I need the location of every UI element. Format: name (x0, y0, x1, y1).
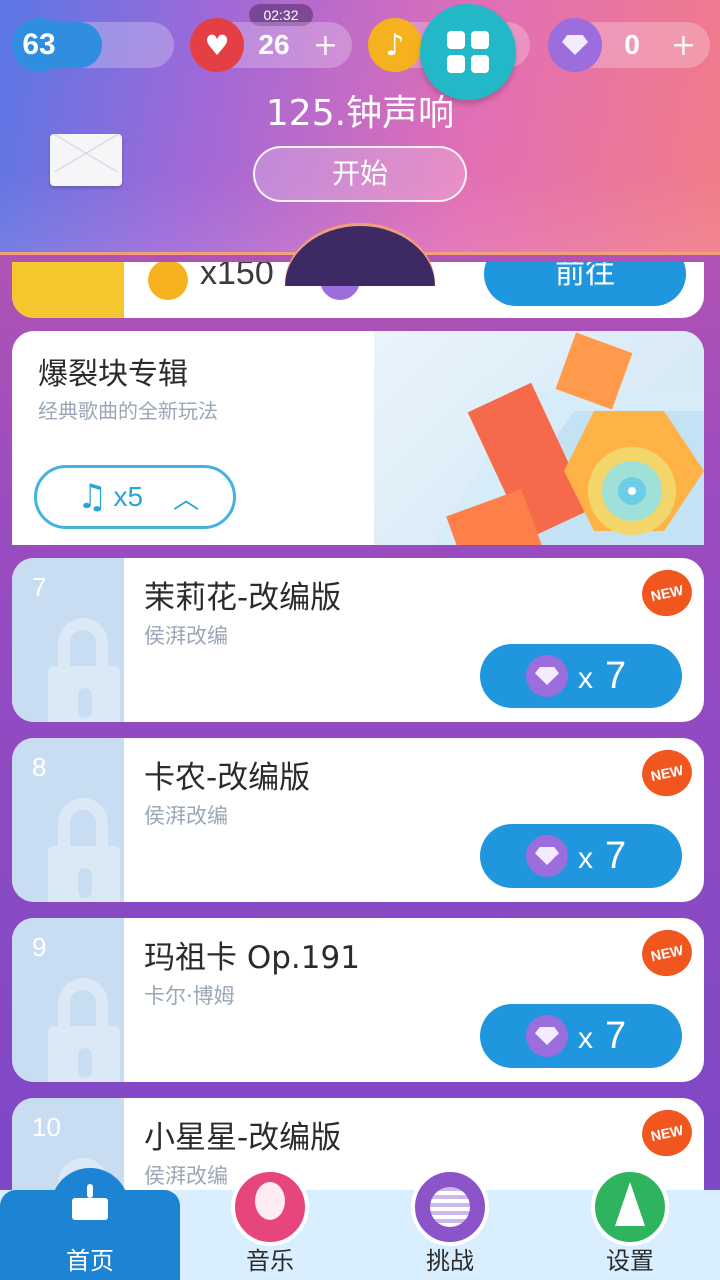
song-number: 8 (32, 752, 47, 782)
song-author: 卡尔·博姆 (144, 984, 235, 1008)
chevron-up-icon: ︿ (173, 484, 200, 515)
tab-music[interactable]: 音乐 (180, 1168, 360, 1280)
party-hat-icon (591, 1168, 669, 1246)
reward-art (12, 262, 124, 318)
song-card[interactable]: 9 玛祖卡 Op.191 卡尔·博姆 NEW x7 (12, 918, 704, 1082)
music-note-icon: ♫ (77, 477, 108, 517)
mail-icon[interactable] (50, 134, 122, 186)
reward-note-count: x150 (200, 262, 274, 292)
music-note-icon: ♪ (368, 18, 422, 72)
gem-icon (526, 1015, 568, 1057)
add-gems-button[interactable]: + (671, 28, 696, 63)
gem-icon (526, 655, 568, 697)
note-coin-icon (148, 262, 188, 300)
balloon-icon (231, 1168, 309, 1246)
locked-column: 9 (12, 918, 124, 1082)
lock-icon (48, 978, 120, 1082)
unlock-cost: 7 (605, 654, 627, 697)
unlock-button[interactable]: x7 (480, 824, 682, 888)
song-name: 小星星-改编版 (144, 1120, 342, 1156)
album-title: 爆裂块专辑 (38, 357, 188, 392)
song-number: 10 (32, 1112, 61, 1142)
level-badge: 63 (12, 18, 66, 72)
tab-label: 设置 (606, 1247, 654, 1275)
album-art-graphic (434, 332, 704, 545)
bottom-tab-bar: 首页 音乐 挑战 设置 (0, 1168, 720, 1280)
unlock-button[interactable]: x7 (480, 1004, 682, 1068)
disco-ball-icon (411, 1168, 489, 1246)
new-badge: NEW (637, 745, 697, 801)
song-name: 茉莉花-改编版 (144, 580, 342, 616)
album-subtitle: 经典歌曲的全新玩法 (38, 399, 218, 423)
album-note-cost: x5 (113, 481, 144, 512)
song-name: 玛祖卡 Op.191 (144, 940, 360, 976)
song-author: 侯湃改编 (144, 624, 228, 648)
go-button[interactable]: 前往 (484, 262, 686, 306)
song-number: 7 (32, 572, 47, 602)
unlock-cost: 7 (605, 1014, 627, 1057)
cake-icon (51, 1168, 129, 1246)
tab-settings[interactable]: 设置 (540, 1168, 720, 1280)
current-song-title: 125.钟声响 (265, 93, 455, 134)
new-badge: NEW (637, 565, 697, 621)
song-card[interactable]: 8 卡农-改编版 侯湃改编 NEW x7 (12, 738, 704, 902)
start-button[interactable]: 开始 (253, 146, 467, 202)
tab-home[interactable]: 首页 (0, 1168, 180, 1280)
unlock-button[interactable]: x7 (480, 644, 682, 708)
tab-label: 挑战 (426, 1247, 474, 1275)
cost-multiplier: x (578, 841, 593, 875)
gem-icon (548, 18, 602, 72)
lock-icon (48, 618, 120, 722)
cost-multiplier: x (578, 661, 593, 695)
top-header: 02:32 63 26 + ♥ + ♪ 0 + 125.钟声响 开始 (0, 0, 720, 255)
song-card[interactable]: 7 茉莉花-改编版 侯湃改编 NEW x7 (12, 558, 704, 722)
locked-column: 8 (12, 738, 124, 902)
album-art (374, 331, 704, 545)
song-name: 卡农-改编版 (144, 760, 311, 796)
tab-label: 音乐 (246, 1247, 294, 1275)
lock-icon (48, 798, 120, 902)
tab-label: 首页 (66, 1247, 114, 1275)
gems-count: 0 (624, 29, 640, 60)
unlock-cost: 7 (605, 834, 627, 877)
song-number: 9 (32, 932, 47, 962)
new-badge: NEW (637, 925, 697, 981)
heart-icon: ♥ (190, 18, 244, 72)
tab-challenge[interactable]: 挑战 (360, 1168, 540, 1280)
locked-column: 7 (12, 558, 124, 722)
song-author: 侯湃改编 (144, 804, 228, 828)
album-card[interactable]: 爆裂块专辑 经典歌曲的全新玩法 ♫ x5 ︿ (12, 331, 704, 545)
gem-icon (526, 835, 568, 877)
song-author: 侯湃改编 (144, 1164, 228, 1188)
hearts-count: 26 (258, 29, 290, 60)
new-badge: NEW (637, 1105, 697, 1161)
grid-icon (447, 31, 465, 49)
add-hearts-button[interactable]: + (313, 28, 338, 63)
cost-multiplier: x (578, 1021, 593, 1055)
album-expand-button[interactable]: ♫ x5 ︿ (34, 465, 236, 529)
